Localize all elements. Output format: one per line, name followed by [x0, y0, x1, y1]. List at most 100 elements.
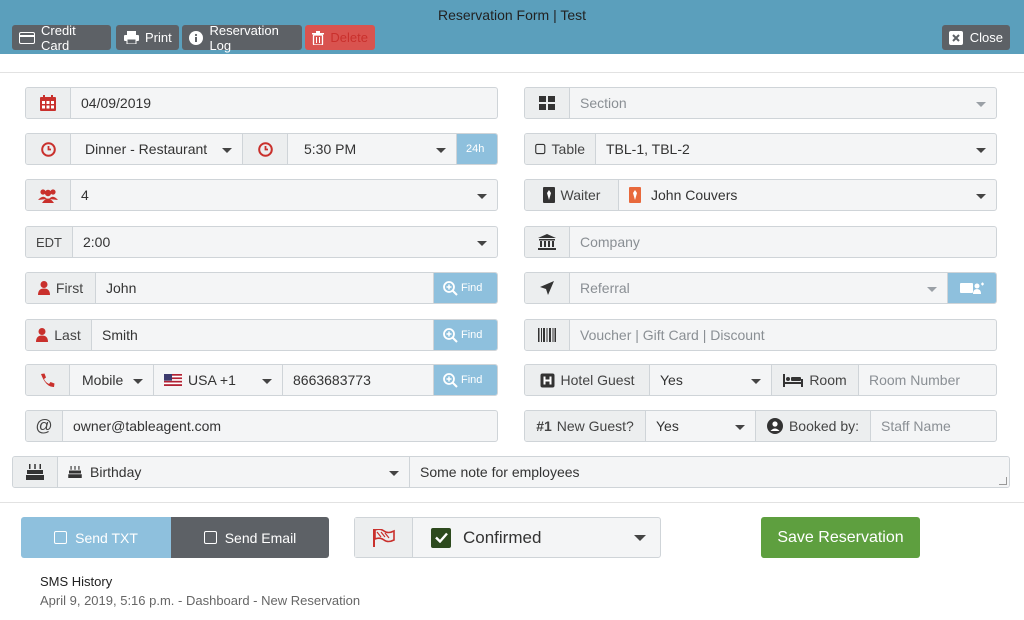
party-size-value[interactable]: 4	[71, 180, 497, 210]
email-input[interactable]: owner@tableagent.com	[63, 411, 497, 441]
section-value[interactable]: Section	[570, 88, 996, 118]
booked-by-label: Booked by:	[756, 411, 871, 441]
user-icon	[36, 328, 49, 342]
company-input[interactable]: Company	[570, 227, 996, 257]
sms-history-title: SMS History	[40, 574, 113, 589]
table-select[interactable]: Table TBL-1, TBL-2	[524, 133, 997, 165]
reservation-log-button[interactable]: Reservation Log	[182, 22, 302, 53]
new-guest-select[interactable]: Yes	[646, 411, 756, 441]
status-select[interactable]: Confirmed	[354, 517, 661, 558]
bank-icon	[525, 227, 570, 257]
first-name-input[interactable]: John	[96, 273, 434, 303]
print-button[interactable]: Print	[116, 25, 179, 50]
flag-icon	[355, 518, 413, 557]
waiter-tag-icon	[629, 187, 641, 203]
note-textarea[interactable]: Some note for employees	[410, 457, 1009, 487]
us-flag-icon	[164, 374, 182, 386]
find-phone-button[interactable]: Find	[434, 365, 497, 395]
cake-icon	[13, 457, 58, 487]
users-icon	[26, 180, 71, 210]
referral-value[interactable]: Referral	[570, 273, 948, 303]
print-icon	[123, 31, 139, 45]
zoom-in-icon	[443, 327, 458, 343]
waiter-label: Waiter	[525, 180, 619, 210]
hotel-guest-label: Hotel Guest	[525, 365, 650, 395]
table-value[interactable]: TBL-1, TBL-2	[596, 134, 996, 164]
meal-time-field[interactable]: Dinner - Restaurant 5:30 PM 24h	[25, 133, 498, 165]
email-field[interactable]: @ owner@tableagent.com	[25, 410, 498, 442]
divider	[0, 502, 1024, 503]
company-field[interactable]: Company	[524, 226, 997, 258]
last-name-field[interactable]: Last Smith Find	[25, 319, 498, 351]
add-referral-button[interactable]	[948, 273, 996, 303]
status-value[interactable]: Confirmed	[413, 518, 660, 557]
voucher-input[interactable]: Voucher | Gift Card | Discount	[570, 320, 996, 350]
time-select[interactable]: 5:30 PM	[288, 134, 457, 164]
date-field[interactable]: 04/09/2019	[25, 87, 498, 119]
zoom-in-icon	[443, 280, 458, 296]
timezone-label: EDT	[26, 227, 73, 257]
hotel-guest-field[interactable]: Hotel Guest Yes Room Room Number	[524, 364, 997, 396]
room-number-input[interactable]: Room Number	[859, 365, 996, 395]
room-label: Room	[772, 365, 859, 395]
waiter-value[interactable]: John Couvers	[619, 180, 996, 210]
delete-button[interactable]: Delete	[305, 25, 375, 50]
user-icon	[37, 281, 50, 295]
phone-field[interactable]: Mobile USA +1 8663683773 Find	[25, 364, 498, 396]
number-one-icon: #1	[536, 418, 552, 434]
new-guest-label: #1 New Guest?	[525, 411, 646, 441]
credit-card-label: Credit Card	[41, 22, 76, 53]
date-input[interactable]: 04/09/2019	[71, 88, 497, 118]
trash-icon	[312, 30, 325, 45]
add-user-icon	[960, 282, 984, 294]
find-last-button[interactable]: Find	[434, 320, 497, 350]
divider	[0, 72, 1024, 73]
party-size-select[interactable]: 4	[25, 179, 498, 211]
first-label: First	[26, 273, 96, 303]
grid-icon	[525, 88, 570, 118]
clock-icon	[243, 134, 288, 164]
duration-select[interactable]: EDT 2:00	[25, 226, 498, 258]
phone-input[interactable]: 8663683773	[283, 365, 434, 395]
send-txt-toggle[interactable]: Send TXT	[21, 517, 171, 558]
calendar-icon	[26, 88, 71, 118]
checkbox-icon	[203, 531, 217, 544]
last-label: Last	[26, 320, 92, 350]
duration-value[interactable]: 2:00	[73, 227, 497, 257]
hotel-guest-select[interactable]: Yes	[650, 365, 772, 395]
cake-icon	[68, 466, 82, 478]
reservation-log-label: Reservation Log	[209, 22, 279, 53]
save-reservation-button[interactable]: Save Reservation	[761, 517, 920, 558]
hotel-icon	[540, 373, 555, 387]
country-code-select[interactable]: USA +1	[154, 365, 283, 395]
24h-toggle[interactable]: 24h	[457, 134, 497, 164]
first-name-field[interactable]: First John Find	[25, 272, 498, 304]
new-guest-field[interactable]: #1 New Guest? Yes Booked by: Staff Name	[524, 410, 997, 442]
send-email-toggle[interactable]: Send Email	[171, 517, 329, 558]
occasion-note-field[interactable]: Birthday Some note for employees	[12, 456, 1010, 488]
square-icon	[535, 143, 546, 155]
table-label: Table	[525, 134, 596, 164]
close-button[interactable]: Close	[942, 25, 1010, 50]
print-label: Print	[145, 30, 172, 45]
section-select[interactable]: Section	[524, 87, 997, 119]
last-name-input[interactable]: Smith	[92, 320, 434, 350]
phone-icon	[26, 365, 70, 395]
meal-select[interactable]: Dinner - Restaurant	[71, 134, 243, 164]
phone-type-select[interactable]: Mobile	[70, 365, 154, 395]
clock-icon	[26, 134, 71, 164]
window-header: Reservation Form | Test Credit Card Prin…	[0, 0, 1024, 54]
find-first-button[interactable]: Find	[434, 273, 497, 303]
barcode-icon	[525, 320, 570, 350]
staff-name-input[interactable]: Staff Name	[871, 411, 996, 441]
credit-card-button[interactable]: Credit Card	[12, 22, 111, 53]
window-title: Reservation Form | Test	[437, 7, 587, 23]
referral-select[interactable]: Referral	[524, 272, 997, 304]
occasion-select[interactable]: Birthday	[58, 457, 410, 487]
voucher-field[interactable]: Voucher | Gift Card | Discount	[524, 319, 997, 351]
delete-label: Delete	[330, 30, 368, 45]
user-circle-icon	[766, 418, 783, 434]
waiter-icon	[542, 187, 555, 203]
waiter-select[interactable]: Waiter John Couvers	[524, 179, 997, 211]
resize-handle[interactable]	[999, 477, 1007, 485]
